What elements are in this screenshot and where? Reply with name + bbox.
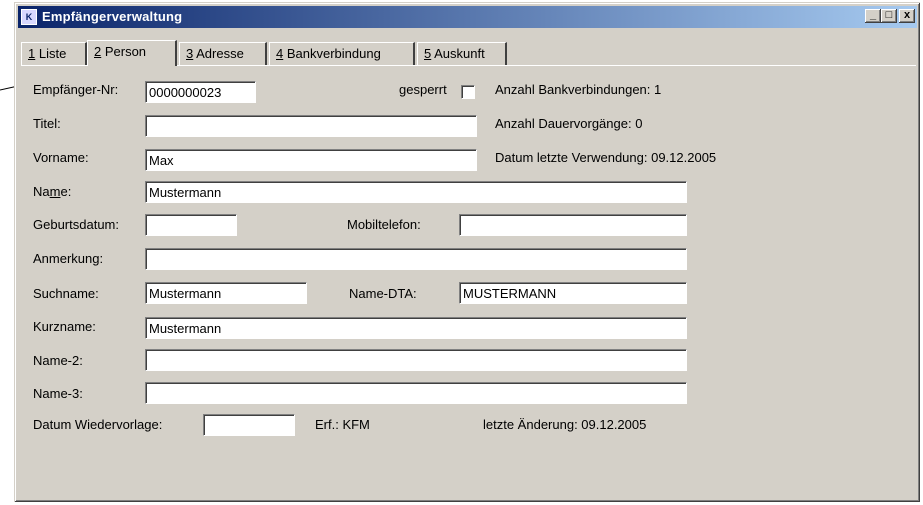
tab-person-label: Person: [101, 44, 147, 59]
name-field[interactable]: Mustermann: [145, 181, 687, 203]
anzahl-dauervorgaenge: Anzahl Dauervorgänge: 0: [495, 116, 643, 131]
tab-liste[interactable]: 1 Liste: [21, 42, 87, 65]
tab-adresse-label: Adresse: [193, 46, 244, 61]
name3-field[interactable]: [145, 382, 687, 404]
name-label-part-end: e:: [60, 184, 72, 199]
name2-label: Name-2:: [33, 353, 83, 368]
app-icon: K: [21, 9, 37, 25]
suchname-label: Suchname:: [33, 286, 99, 301]
tab-adresse[interactable]: 3 Adresse: [179, 42, 267, 65]
suchname-field[interactable]: Mustermann: [145, 282, 307, 304]
empfaenger-nr-field[interactable]: 0000000023: [145, 81, 256, 103]
erfasst-von: Erf.: KFM: [315, 417, 370, 432]
tab-bankverbindung-label: Bankverbindung: [283, 46, 381, 61]
main-window: K Empfängerverwaltung _ □ x 1 Liste 2 Pe…: [14, 2, 920, 502]
name3-label: Name-3:: [33, 386, 83, 401]
name-dta-field[interactable]: MUSTERMANN: [459, 282, 687, 304]
mobiltelefon-label: Mobiltelefon:: [347, 217, 421, 232]
tab-bankverbindung[interactable]: 4 Bankverbindung: [269, 42, 415, 65]
vorname-field[interactable]: Max: [145, 149, 477, 171]
name-label-part: Na: [33, 184, 50, 199]
datum-wiedervorlage-field[interactable]: [203, 414, 295, 436]
kurzname-label: Kurzname:: [33, 319, 96, 334]
mobiltelefon-field[interactable]: [459, 214, 687, 236]
tab-liste-label: Liste: [35, 46, 67, 61]
anmerkung-field[interactable]: [145, 248, 687, 270]
name-dta-label: Name-DTA:: [349, 286, 417, 301]
anzahl-bankverbindungen: Anzahl Bankverbindungen: 1: [495, 82, 662, 97]
gesperrt-checkbox[interactable]: [461, 85, 475, 99]
maximize-button[interactable]: □: [881, 9, 897, 23]
gesperrt-label: gesperrt: [399, 82, 447, 97]
name-label-accel: m: [49, 184, 61, 199]
datum-letzte-verwendung: Datum letzte Verwendung: 09.12.2005: [495, 150, 717, 165]
minimize-button[interactable]: _: [865, 9, 881, 23]
tab-auskunft-label: Auskunft: [431, 46, 485, 61]
title-bar[interactable]: K Empfängerverwaltung _ □ x: [18, 6, 917, 28]
geburtsdatum-label: Geburtsdatum:: [33, 217, 119, 232]
tab-person[interactable]: 2 Person: [87, 40, 177, 66]
name2-field[interactable]: [145, 349, 687, 371]
tab-auskunft[interactable]: 5 Auskunft: [417, 42, 507, 65]
window-title: Empfängerverwaltung: [42, 9, 183, 24]
vorname-label: Vorname:: [33, 150, 89, 165]
datum-wiedervorlage-label: Datum Wiedervorlage:: [33, 417, 163, 432]
titel-label: Titel:: [33, 116, 61, 131]
letzte-aenderung: letzte Änderung: 09.12.2005: [483, 417, 647, 432]
kurzname-field[interactable]: Mustermann: [145, 317, 687, 339]
titel-field[interactable]: [145, 115, 477, 137]
geburtsdatum-field[interactable]: [145, 214, 237, 236]
anmerkung-label: Anmerkung:: [33, 251, 104, 266]
name-label: Name:: [33, 184, 71, 199]
close-button[interactable]: x: [899, 9, 915, 23]
empfaenger-nr-label: Empfänger-Nr:: [33, 82, 119, 97]
